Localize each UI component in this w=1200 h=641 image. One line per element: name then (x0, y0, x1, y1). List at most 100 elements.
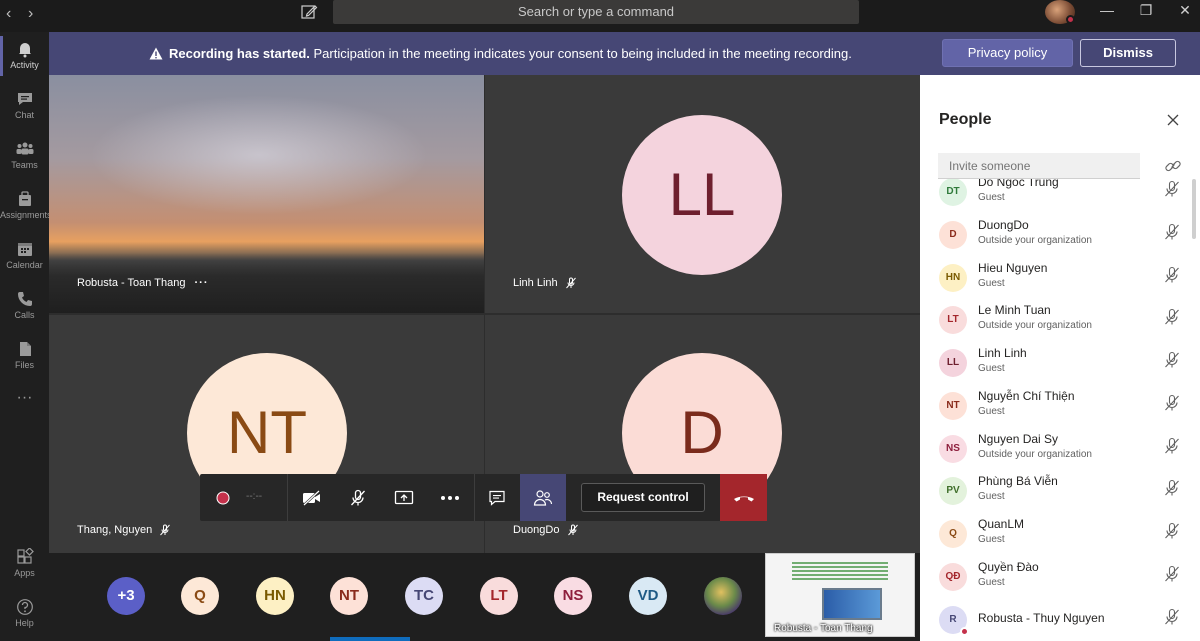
command-search-box[interactable]: Search or type a command (333, 0, 859, 24)
participant-row[interactable]: NT Nguyễn Chí Thiện Guest (920, 389, 1200, 432)
invite-someone-input[interactable] (938, 153, 1140, 179)
mic-off-icon[interactable] (1163, 437, 1181, 455)
participant-row[interactable]: HN Hieu Nguyen Guest (920, 261, 1200, 304)
gallery-avatar[interactable]: NS (554, 577, 592, 615)
title-bar: ‹ › Search or type a command — ❐ ✕ (0, 0, 1200, 32)
participant-name: Nguyen Dai Sy (978, 432, 1059, 446)
rail-item-label: Chat (14, 110, 34, 120)
compose-icon[interactable] (300, 3, 318, 21)
participant-row[interactable]: DT Do Ngoc Trung Guest (920, 179, 1200, 218)
mic-off-icon (160, 524, 171, 536)
close-window-icon[interactable]: ✕ (1173, 2, 1197, 19)
video-tile-robusta-toan-thang[interactable]: Robusta - Toan Thang ··· (49, 75, 484, 313)
profile-avatar[interactable] (1045, 0, 1075, 24)
video-tile-linh-linh[interactable]: LL Linh Linh (485, 75, 920, 313)
bell-icon (18, 43, 31, 58)
mic-off-icon[interactable] (1163, 565, 1181, 583)
rail-item-help[interactable]: Help (0, 590, 49, 638)
mic-off-icon[interactable] (1163, 223, 1181, 241)
share-tray-icon (394, 490, 414, 504)
gallery-avatar[interactable]: TC (405, 577, 443, 615)
mic-off-icon[interactable] (1163, 266, 1181, 284)
hang-up-icon (733, 495, 754, 501)
gallery-avatar[interactable]: NT (330, 577, 368, 615)
participant-name: Linh Linh (513, 277, 558, 289)
rail-item-assignments[interactable]: Assignments (0, 182, 49, 230)
participant-row[interactable]: Q QuanLM Guest (920, 517, 1200, 560)
rail-item-label: Files (14, 360, 34, 370)
mic-off-icon[interactable] (1163, 394, 1181, 412)
rail-item-calls[interactable]: Calls (0, 282, 49, 330)
chat-toggle-button[interactable] (474, 474, 520, 521)
rail-item-teams[interactable]: Teams (0, 132, 49, 180)
mic-off-icon[interactable] (1163, 308, 1181, 326)
minimize-icon[interactable]: — (1095, 2, 1119, 18)
call-controls: --:-- Request control (200, 474, 767, 521)
participant-role: Outside your organization (978, 235, 1092, 246)
shared-content-thumbnail[interactable]: Robusta - Toan Thang (765, 553, 915, 637)
dismiss-button[interactable]: Dismiss (1080, 39, 1176, 67)
share-screen-button[interactable] (381, 474, 427, 521)
rail-item-files[interactable]: Files (0, 332, 49, 380)
recording-indicator[interactable] (200, 474, 246, 521)
participant-name: Nguyễn Chí Thiện (978, 389, 1075, 403)
recording-message-bold: Recording has started. (169, 46, 310, 61)
mic-off-icon[interactable] (1163, 522, 1181, 540)
panel-title: People (939, 111, 992, 128)
rail-item-more[interactable]: ··· (0, 388, 49, 418)
rail-item-calendar[interactable]: Calendar (0, 232, 49, 280)
mic-off-icon[interactable] (1163, 351, 1181, 369)
gallery-avatar[interactable]: Q (181, 577, 219, 615)
rail-item-label: Apps (14, 568, 35, 578)
camera-toggle-button[interactable] (289, 474, 335, 521)
participant-role: Guest (978, 406, 1005, 417)
panel-scrollbar[interactable] (1192, 179, 1196, 239)
more-actions-button[interactable] (427, 474, 473, 521)
participant-role: Guest (978, 577, 1005, 588)
gallery-avatar[interactable]: LT (480, 577, 518, 615)
tile-name-label: DuongDo (513, 524, 579, 536)
mic-off-icon[interactable] (1163, 180, 1181, 198)
participant-avatar: LL (622, 115, 782, 275)
calendar-icon (17, 243, 32, 256)
recording-message: Recording has started. Participation in … (149, 32, 852, 75)
gallery-avatar[interactable]: HN (256, 577, 294, 615)
more-icon: ··· (16, 389, 33, 406)
request-control-button[interactable]: Request control (581, 483, 705, 512)
overflow-participants-count[interactable]: +3 (107, 577, 145, 615)
participant-avatar: Q (939, 520, 967, 548)
participant-row[interactable]: LL Linh Linh Guest (920, 346, 1200, 389)
hang-up-button[interactable] (720, 474, 767, 521)
participant-row[interactable]: R Robusta - Thuy Nguyen (920, 603, 1200, 641)
participant-row[interactable]: D DuongDo Outside your organization (920, 218, 1200, 261)
participant-row[interactable]: NS Nguyen Dai Sy Outside your organization (920, 432, 1200, 475)
record-icon (216, 491, 230, 504)
taskbar-indicator (330, 637, 410, 641)
mic-off-icon (351, 489, 365, 505)
gallery-avatar[interactable]: VD (629, 577, 667, 615)
chat-icon (17, 93, 32, 105)
privacy-policy-button[interactable]: Privacy policy (942, 39, 1073, 67)
mic-off-icon[interactable] (1163, 608, 1181, 626)
more-options-icon[interactable]: ··· (195, 277, 209, 289)
participants-toggle-button[interactable] (520, 474, 566, 521)
rail-item-chat[interactable]: Chat (0, 82, 49, 130)
mic-toggle-button[interactable] (335, 474, 381, 521)
people-panel: People DT Do Ngoc Trung Guest D DuongDo Outsi… (920, 75, 1200, 641)
rail-item-activity[interactable]: Activity (0, 32, 49, 80)
participant-avatar: NS (939, 435, 967, 463)
close-icon[interactable] (1164, 111, 1182, 129)
participant-row[interactable]: QĐ Quyền Đào Guest (920, 560, 1200, 603)
files-icon (19, 342, 31, 356)
participant-row[interactable]: PV Phùng Bá Viễn Guest (920, 474, 1200, 517)
copy-link-icon[interactable] (1164, 157, 1182, 175)
back-arrow-icon[interactable]: ‹ (6, 4, 11, 24)
rail-item-apps[interactable]: Apps (0, 540, 49, 588)
participant-name: Robusta - Toan Thang (77, 277, 186, 289)
gallery-photo-avatar[interactable] (704, 577, 742, 615)
maximize-icon[interactable]: ❐ (1134, 2, 1158, 19)
mic-off-icon[interactable] (1163, 479, 1181, 497)
forward-arrow-icon[interactable]: › (28, 4, 33, 24)
mic-off-icon (565, 277, 576, 289)
participant-row[interactable]: LT Le Minh Tuan Outside your organization (920, 303, 1200, 346)
